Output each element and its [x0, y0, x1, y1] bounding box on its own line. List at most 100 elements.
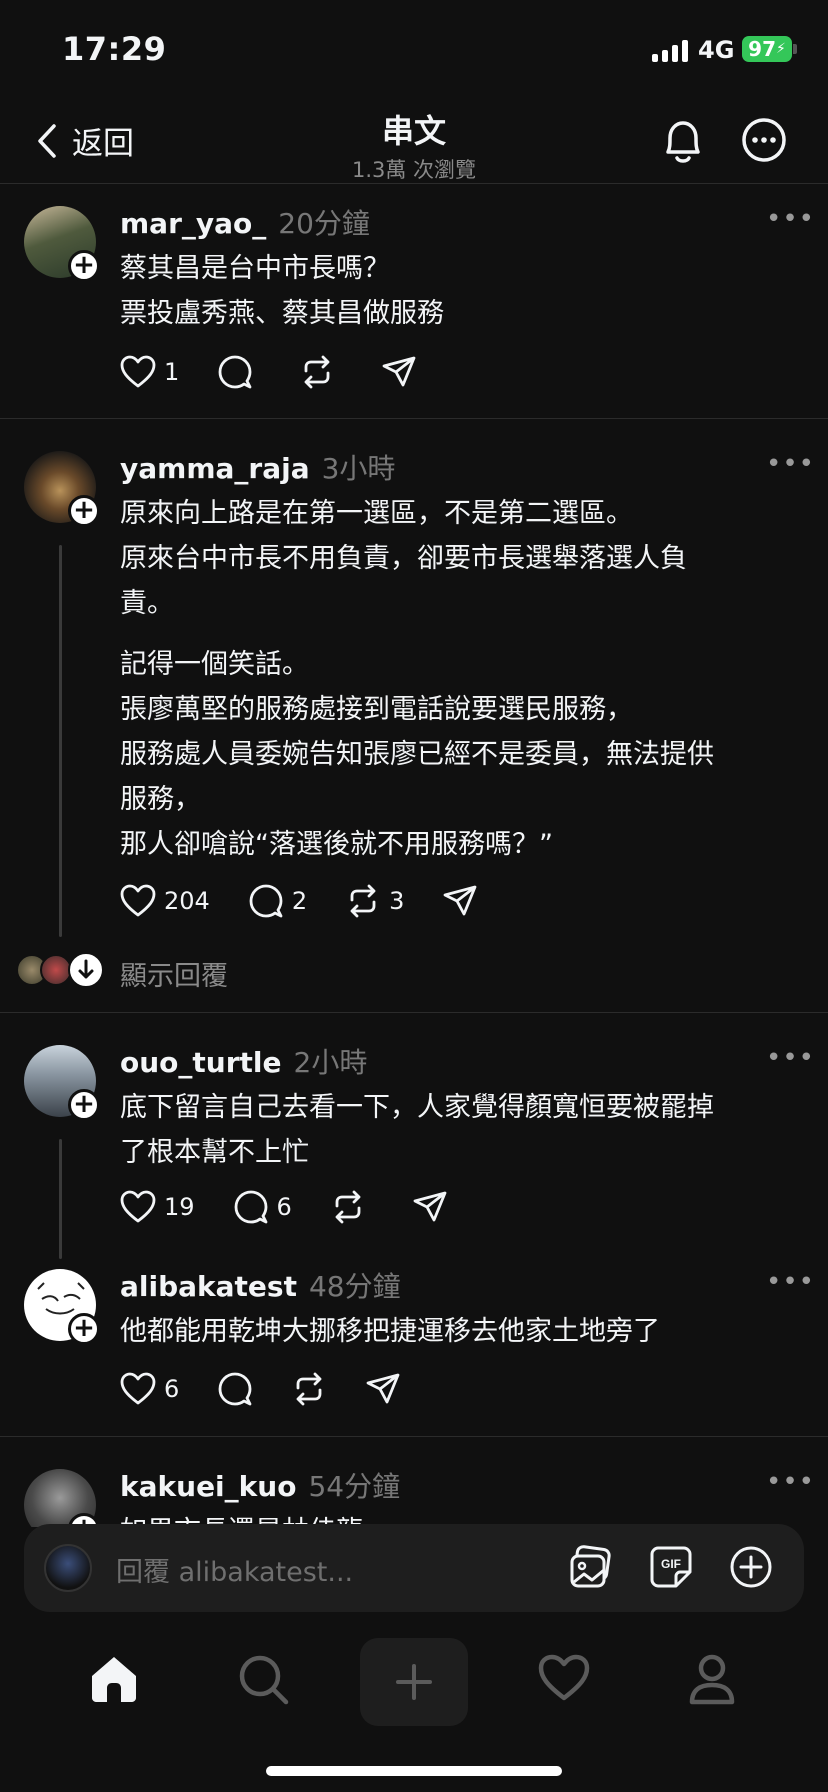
battery-level: 97 [748, 37, 776, 61]
username[interactable]: alibakatest [120, 1270, 297, 1303]
share-button[interactable] [412, 1189, 448, 1225]
activity-heart-icon[interactable] [538, 1654, 590, 1702]
post-actions: 19 6 [120, 1189, 486, 1225]
post-time: 3小時 [321, 452, 396, 485]
follow-plus-icon[interactable]: + [68, 1313, 100, 1345]
repost-button[interactable] [291, 1371, 327, 1407]
repost-button[interactable]: 3 [345, 883, 404, 919]
reply-post: + kakuei_kuo 54分鐘 ••• 如果市長還是林佳龍 [0, 1437, 828, 1527]
repost-icon [350, 884, 376, 918]
reply-composer[interactable]: 回覆 alibakatest... GIF [24, 1524, 804, 1612]
gif-icon[interactable]: GIF [648, 1544, 694, 1590]
comment-icon [218, 355, 252, 389]
post-body: 底下留言自己去看一下，人家覺得顏寬恒要被罷掉 了根本幫不上忙 [120, 1085, 790, 1175]
username[interactable]: yamma_raja [120, 452, 310, 485]
username[interactable]: mar_yao_ [120, 207, 266, 240]
author-line: kakuei_kuo 54分鐘 [120, 1465, 400, 1505]
post-time: 48分鐘 [308, 1270, 401, 1303]
like-button[interactable]: 204 [120, 884, 210, 918]
post-body: 原來向上路是在第一選區，不是第二選區。 原來台中市長不用負責，卻要市長選舉落選人… [120, 491, 790, 867]
post-more-icon[interactable]: ••• [766, 1467, 815, 1497]
comment-button[interactable]: 2 [248, 883, 307, 919]
thread-line [59, 1139, 62, 1259]
follow-plus-icon[interactable]: + [68, 1089, 100, 1121]
home-icon[interactable] [88, 1654, 140, 1704]
more-circle-icon[interactable] [740, 116, 788, 164]
share-icon [443, 885, 477, 916]
thread-line [59, 545, 62, 937]
battery-cap [793, 44, 797, 54]
comment-count: 2 [291, 887, 308, 915]
post-line: 張廖萬堅的服務處接到電話說要選民服務， [120, 694, 633, 725]
search-icon[interactable] [238, 1654, 290, 1706]
comment-icon [234, 1190, 267, 1224]
add-circle-icon[interactable] [728, 1544, 774, 1590]
reply-input[interactable]: 回覆 alibakatest... [116, 1550, 353, 1589]
repost-count: 3 [389, 887, 405, 915]
share-icon [413, 1191, 447, 1222]
comment-button[interactable] [217, 1371, 253, 1407]
home-indicator [266, 1766, 562, 1776]
heart-icon [120, 1372, 156, 1405]
like-count: 6 [164, 1375, 180, 1403]
post-more-icon[interactable]: ••• [766, 1043, 815, 1073]
reply-actions: GIF [568, 1544, 774, 1590]
expand-replies-icon[interactable] [68, 952, 104, 988]
like-count: 204 [164, 887, 210, 915]
post-time: 2小時 [293, 1046, 368, 1079]
network-type: 4G [698, 36, 735, 64]
divider [0, 1012, 828, 1013]
thread-header: 返回 串文 1.3萬 次瀏覽 [0, 100, 828, 184]
comment-button[interactable] [217, 354, 261, 390]
like-count: 1 [164, 358, 180, 386]
repost-button[interactable] [330, 1189, 374, 1225]
like-button[interactable]: 1 [120, 355, 179, 389]
status-bar: 17:29 4G 97 ⚡ [0, 0, 828, 100]
my-avatar [44, 1544, 92, 1592]
repost-button[interactable] [299, 354, 343, 390]
follow-plus-icon[interactable]: + [68, 250, 100, 282]
status-time: 17:29 [62, 30, 167, 68]
post-actions: 1 [120, 354, 455, 390]
battery-icon: 97 ⚡ [742, 36, 792, 62]
post-line: 原來台中市長不用負責，卻要市長選舉落選人負 [120, 543, 687, 574]
post-line: 原來向上路是在第一選區，不是第二選區。 [120, 498, 633, 529]
post-time: 54分鐘 [308, 1470, 401, 1503]
like-button[interactable]: 19 [120, 1190, 195, 1224]
post-line: 服務， [120, 784, 201, 815]
comment-icon [218, 1372, 252, 1406]
post-line: 那人卻嗆說“落選後就不用服務嗎？” [120, 829, 553, 860]
author-line: alibakatest 48分鐘 [120, 1265, 401, 1305]
post-more-icon[interactable]: ••• [766, 1267, 815, 1297]
author-line: ouo_turtle 2小時 [120, 1041, 367, 1081]
follow-plus-icon[interactable]: + [68, 495, 100, 527]
repost-icon [304, 355, 330, 389]
share-button[interactable] [442, 883, 478, 919]
new-post-icon [396, 1664, 432, 1700]
post-more-icon[interactable]: ••• [766, 204, 815, 234]
comment-button[interactable]: 6 [233, 1189, 292, 1225]
show-replies-label[interactable]: 顯示回覆 [120, 954, 228, 993]
heart-icon [120, 884, 156, 917]
share-button[interactable] [365, 1371, 401, 1407]
post-time: 20分鐘 [278, 207, 370, 240]
author-line: yamma_raja 3小時 [120, 447, 395, 487]
share-icon [382, 356, 416, 387]
post-line: 了根本幫不上忙 [120, 1137, 309, 1168]
new-post-button[interactable] [360, 1638, 468, 1726]
like-count: 19 [164, 1193, 195, 1221]
image-icon[interactable] [568, 1544, 614, 1590]
signal-icon [652, 38, 688, 62]
post-more-icon[interactable]: ••• [766, 449, 815, 479]
profile-icon[interactable] [688, 1654, 736, 1706]
username[interactable]: kakuei_kuo [120, 1470, 296, 1503]
share-button[interactable] [381, 354, 417, 390]
username[interactable]: ouo_turtle [120, 1046, 282, 1079]
show-replies-row[interactable]: 顯示回覆 [0, 950, 828, 994]
bell-icon[interactable] [660, 116, 706, 166]
post-actions: 6 [120, 1371, 439, 1407]
like-button[interactable]: 6 [120, 1372, 179, 1406]
comment-count: 6 [276, 1193, 292, 1221]
post-line: 蔡其昌是台中市長嗎？ [120, 253, 390, 284]
post-line: 底下留言自己去看一下，人家覺得顏寬恒要被罷掉 [120, 1092, 714, 1123]
